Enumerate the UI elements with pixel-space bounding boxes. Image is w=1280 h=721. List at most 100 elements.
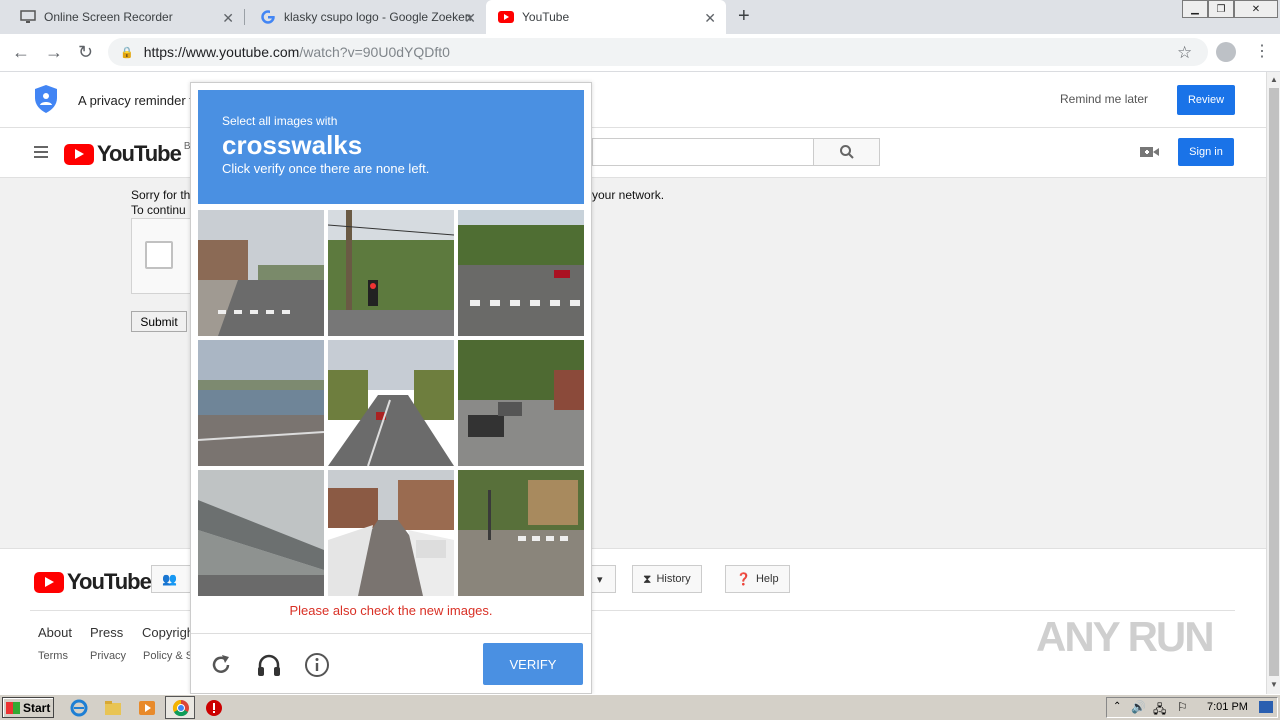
help-icon: ❓: [736, 572, 751, 586]
more-menu-icon[interactable]: ⋮: [1254, 41, 1270, 61]
chrome-taskbar-button[interactable]: [165, 696, 195, 719]
new-images-warning: Please also check the new images.: [289, 603, 493, 618]
parked-cars-tile[interactable]: [458, 340, 584, 466]
close-icon[interactable]: ✕: [704, 10, 716, 27]
close-icon[interactable]: ✕: [222, 10, 234, 27]
action-center-flag-icon[interactable]: ⚐: [1177, 700, 1188, 714]
youtube-icon: [498, 9, 514, 25]
volume-icon[interactable]: 🔊: [1131, 700, 1146, 714]
highway-tile[interactable]: [328, 340, 454, 466]
info-icon[interactable]: [303, 651, 331, 679]
people-icon: 👥: [162, 572, 177, 586]
folder-icon[interactable]: [104, 699, 122, 717]
review-button[interactable]: Review: [1177, 85, 1235, 115]
clock[interactable]: 7:01 PM: [1207, 701, 1248, 713]
windows-flag-icon: [6, 701, 20, 714]
crosswalk-street-tile[interactable]: [198, 210, 324, 336]
tab-google-search[interactable]: klasky csupo logo - Google Zoeken ✕: [244, 0, 486, 34]
youtube-play-icon: [34, 571, 64, 593]
url-host: https://www.youtube.com: [143, 44, 300, 60]
overpass-tile[interactable]: [198, 470, 324, 596]
url-path: /watch?v=90U0dYQDft0: [299, 44, 450, 60]
challenge-instruction: Select all images with: [222, 114, 338, 128]
hourglass-icon: ⧗: [643, 571, 652, 586]
snowy-street-tile[interactable]: [328, 470, 454, 596]
sorry-message-tail: your network.: [592, 188, 665, 202]
search-button[interactable]: [813, 138, 880, 166]
hamburger-menu-icon[interactable]: [34, 146, 48, 161]
network-icon[interactable]: 🖧: [1153, 700, 1166, 721]
shield-icon: [35, 85, 57, 113]
footer-youtube-logo[interactable]: YouTube: [34, 569, 152, 595]
google-icon: [260, 9, 276, 25]
tab-label: klasky csupo logo - Google Zoeken: [284, 10, 472, 24]
scroll-down-icon[interactable]: ▼: [1270, 680, 1278, 689]
show-hidden-icons-icon[interactable]: ⌃: [1113, 701, 1121, 712]
remind-later-link[interactable]: Remind me later: [1060, 92, 1148, 106]
crosswalk-corner-tile[interactable]: [458, 470, 584, 596]
restore-icon[interactable]: ❐: [1208, 0, 1234, 18]
help-button[interactable]: ❓ Help: [725, 565, 790, 593]
recaptcha-checkbox[interactable]: [145, 241, 173, 269]
forward-icon[interactable]: →: [45, 42, 63, 63]
taskbar: Start ⌃ 🔊 🖧 ⚐ 7:01 PM: [0, 694, 1280, 720]
caret-down-icon: ▾: [597, 573, 603, 586]
address-bar[interactable]: 🔒 https://www.youtube.com/watch?v=90U0dY…: [108, 38, 1208, 66]
language-button[interactable]: 👥: [151, 565, 191, 593]
new-tab-button[interactable]: +: [738, 5, 750, 28]
challenge-header: Select all images with crosswalks Click …: [198, 90, 584, 204]
recaptcha-anchor: [131, 218, 191, 294]
reload-challenge-icon[interactable]: [207, 651, 235, 679]
footer-logo-text: YouTube: [67, 569, 152, 594]
challenge-subtext: Click verify once there are none left.: [222, 161, 430, 176]
challenge-target: crosswalks: [222, 130, 363, 160]
close-window-icon[interactable]: ✕: [1234, 0, 1278, 18]
youtube-logo[interactable]: YouTube BE: [64, 141, 197, 167]
media-player-icon[interactable]: [138, 699, 156, 717]
back-icon[interactable]: ←: [12, 42, 30, 63]
vertical-scrollbar[interactable]: ▲ ▼: [1266, 72, 1280, 694]
footer-link-policy[interactable]: Policy & S: [143, 650, 193, 662]
minimize-icon[interactable]: ▁: [1182, 0, 1208, 18]
sorry-message: Sorry for th To continu: [131, 188, 190, 218]
tab-youtube[interactable]: YouTube ✕: [486, 0, 726, 34]
traffic-light-tile[interactable]: [328, 210, 454, 336]
footer-link-terms[interactable]: Terms: [38, 650, 68, 662]
browser-toolbar: ← → ↻ 🔒 https://www.youtube.com/watch?v=…: [0, 34, 1280, 72]
stop-sign-icon[interactable]: [205, 699, 223, 717]
sign-in-button[interactable]: Sign in: [1178, 138, 1234, 166]
internet-explorer-icon[interactable]: [70, 699, 88, 717]
search-icon: [839, 145, 854, 159]
show-desktop-icon[interactable]: [1259, 701, 1273, 713]
start-button[interactable]: Start: [2, 697, 54, 718]
footer-link-press[interactable]: Press: [90, 625, 123, 640]
dropdown-button[interactable]: ▾: [590, 565, 616, 593]
footer-link-privacy[interactable]: Privacy: [90, 650, 126, 662]
scroll-up-icon[interactable]: ▲: [1270, 75, 1278, 84]
tab-strip: Online Screen Recorder ✕ klasky csupo lo…: [0, 0, 1280, 34]
close-icon[interactable]: ✕: [464, 10, 476, 27]
tab-label: Online Screen Recorder: [44, 10, 173, 24]
crosswalk-intersection-tile[interactable]: [458, 210, 584, 336]
scrollbar-thumb[interactable]: [1269, 88, 1279, 676]
submit-button[interactable]: Submit: [131, 311, 187, 332]
verify-button[interactable]: VERIFY: [483, 643, 583, 685]
footer-link-about[interactable]: About: [38, 625, 72, 640]
image-grid: [198, 210, 584, 596]
upload-video-icon[interactable]: [1140, 145, 1160, 159]
footer-link-copyright[interactable]: Copyrigh: [142, 625, 194, 640]
reload-icon[interactable]: ↻: [78, 42, 93, 63]
anyrun-watermark: ANY RUN: [1036, 613, 1215, 660]
tab-label: YouTube: [522, 10, 570, 24]
history-label: History: [656, 573, 691, 585]
tab-online-screen-recorder[interactable]: Online Screen Recorder ✕: [0, 0, 244, 34]
search-input[interactable]: [592, 138, 814, 166]
challenge-footer-divider: [191, 633, 591, 634]
profile-avatar-icon[interactable]: [1216, 42, 1236, 62]
history-button[interactable]: ⧗ History: [632, 565, 702, 593]
bookmark-star-icon[interactable]: ☆: [1177, 43, 1192, 63]
lock-icon: 🔒: [120, 46, 134, 59]
monitor-icon: [20, 9, 36, 25]
audio-challenge-icon[interactable]: [255, 651, 283, 679]
waterfront-tile[interactable]: [198, 340, 324, 466]
